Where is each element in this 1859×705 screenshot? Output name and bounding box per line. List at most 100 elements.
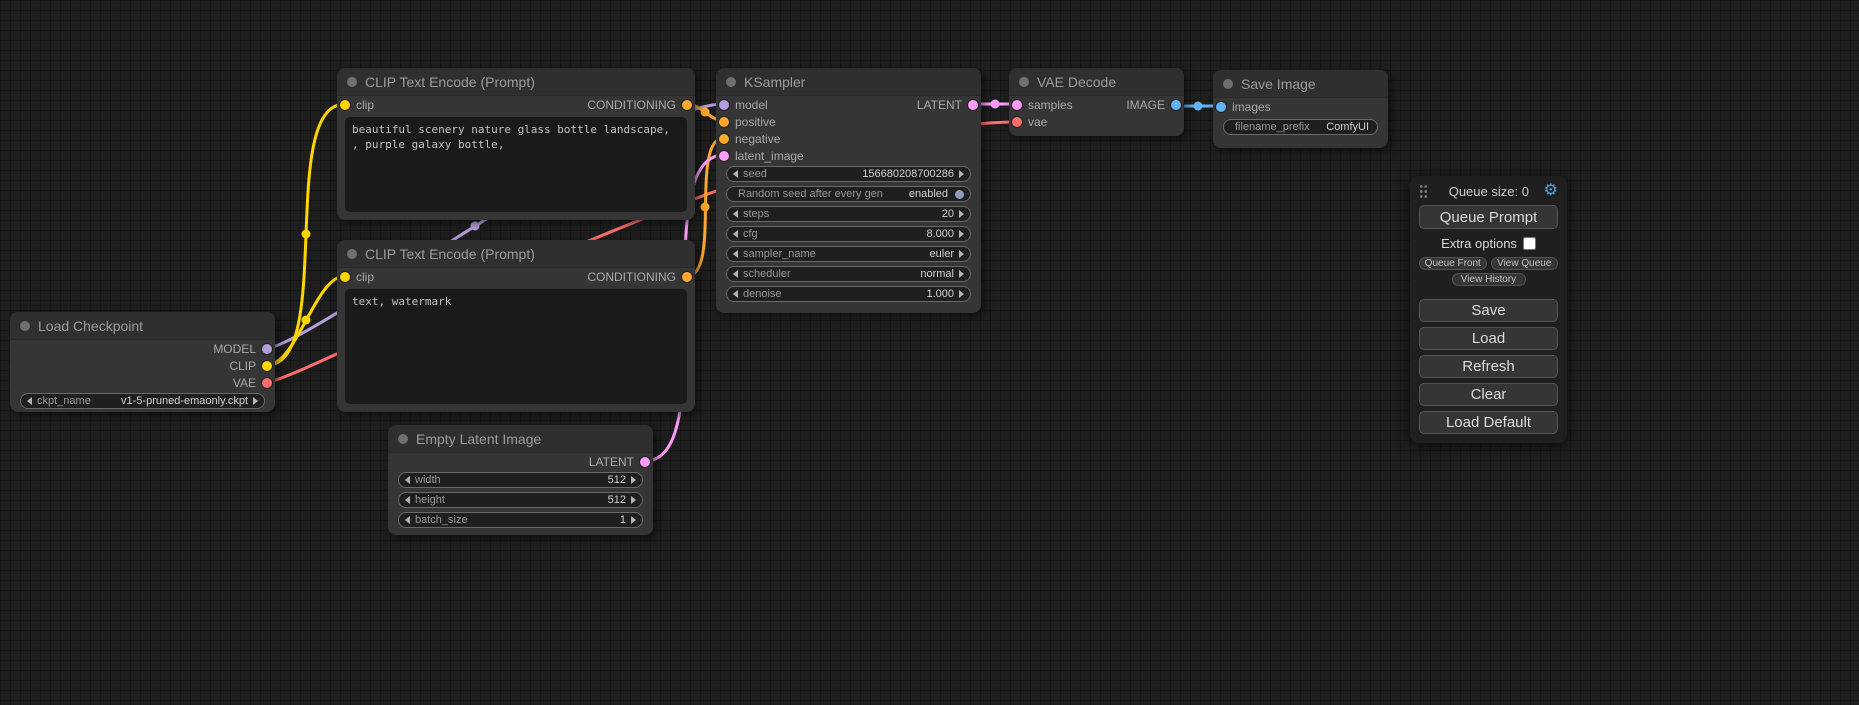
slot-label: CONDITIONING (587, 270, 676, 284)
node-title-bar[interactable]: Empty Latent Image (388, 425, 653, 453)
decrement-arrow-icon[interactable] (733, 230, 738, 238)
widget-scheduler[interactable]: scheduler normal (726, 266, 971, 282)
output-dot-latent[interactable] (968, 100, 978, 110)
node-load-checkpoint[interactable]: Load Checkpoint MODEL CLIP VAE ckpt_name… (10, 312, 275, 412)
widget-value: normal (920, 268, 954, 280)
toggle-indicator-icon[interactable] (955, 190, 964, 199)
output-dot-vae[interactable] (262, 378, 272, 388)
decrement-arrow-icon[interactable] (733, 210, 738, 218)
output-dot-clip[interactable] (262, 361, 272, 371)
link-midpoint-dot (1194, 102, 1203, 111)
clear-button[interactable]: Clear (1419, 383, 1558, 406)
input-dot-latent-image[interactable] (719, 151, 729, 161)
input-dot-clip[interactable] (340, 100, 350, 110)
decrement-arrow-icon[interactable] (733, 170, 738, 178)
extra-options-row: Extra options (1419, 236, 1558, 251)
node-title-bar[interactable]: VAE Decode (1009, 68, 1184, 96)
widget-cfg[interactable]: cfg 8.000 (726, 226, 971, 242)
widget-batch-size[interactable]: batch_size 1 (398, 512, 643, 528)
widget-filename-prefix[interactable]: filename_prefix ComfyUI (1223, 119, 1378, 135)
widget-denoise[interactable]: denoise 1.000 (726, 286, 971, 302)
node-title-bar[interactable]: Load Checkpoint (10, 312, 275, 340)
widget-height[interactable]: height 512 (398, 492, 643, 508)
save-button[interactable]: Save (1419, 299, 1558, 322)
node-title-bar[interactable]: CLIP Text Encode (Prompt) (337, 68, 695, 96)
output-dot-conditioning[interactable] (682, 272, 692, 282)
input-slot-model: model (719, 98, 768, 112)
decrement-arrow-icon[interactable] (733, 290, 738, 298)
decrement-arrow-icon[interactable] (27, 397, 32, 405)
widget-label: steps (743, 208, 769, 220)
node-ksampler[interactable]: KSampler model LATENT positive negative … (716, 68, 981, 313)
widget-random-seed-toggle[interactable]: Random seed after every gen enabled (726, 186, 971, 202)
decrement-arrow-icon[interactable] (405, 496, 410, 504)
refresh-button[interactable]: Refresh (1419, 355, 1558, 378)
decrement-arrow-icon[interactable] (405, 476, 410, 484)
view-queue-button[interactable]: View Queue (1491, 257, 1559, 270)
node-title: CLIP Text Encode (Prompt) (365, 74, 535, 90)
node-title-bar[interactable]: KSampler (716, 68, 981, 96)
increment-arrow-icon[interactable] (959, 210, 964, 218)
node-clip-text-encode-negative[interactable]: CLIP Text Encode (Prompt) clip CONDITION… (337, 240, 695, 412)
comfy-menu-panel[interactable]: Queue size: 0 ⚙ Queue Prompt Extra optio… (1410, 176, 1567, 443)
widget-label: height (415, 494, 445, 506)
widget-value: v1-5-pruned-emaonly.ckpt (121, 395, 248, 407)
view-history-button[interactable]: View History (1452, 273, 1526, 286)
input-dot-negative[interactable] (719, 134, 729, 144)
widget-sampler-name[interactable]: sampler_name euler (726, 246, 971, 262)
load-default-button[interactable]: Load Default (1419, 411, 1558, 434)
increment-arrow-icon[interactable] (959, 290, 964, 298)
increment-arrow-icon[interactable] (959, 250, 964, 258)
input-dot-images[interactable] (1216, 102, 1226, 112)
increment-arrow-icon[interactable] (631, 476, 636, 484)
node-title-bar[interactable]: Save Image (1213, 70, 1388, 98)
increment-arrow-icon[interactable] (959, 270, 964, 278)
input-dot-positive[interactable] (719, 117, 729, 127)
graph-canvas[interactable]: Load Checkpoint MODEL CLIP VAE ckpt_name… (0, 0, 1859, 705)
drag-handle-icon[interactable] (1419, 184, 1428, 198)
increment-arrow-icon[interactable] (631, 496, 636, 504)
increment-arrow-icon[interactable] (959, 170, 964, 178)
node-title: Save Image (1241, 76, 1316, 92)
decrement-arrow-icon[interactable] (733, 250, 738, 258)
node-vae-decode[interactable]: VAE Decode samples IMAGE vae (1009, 68, 1184, 136)
output-dot-conditioning[interactable] (682, 100, 692, 110)
node-clip-text-encode-positive[interactable]: CLIP Text Encode (Prompt) clip CONDITION… (337, 68, 695, 220)
node-save-image[interactable]: Save Image images filename_prefix ComfyU… (1213, 70, 1388, 148)
widget-ckpt-name[interactable]: ckpt_name v1-5-pruned-emaonly.ckpt (20, 393, 265, 409)
widget-width[interactable]: width 512 (398, 472, 643, 488)
input-dot-vae[interactable] (1012, 117, 1022, 127)
queue-size-label: Queue size: 0 (1434, 184, 1544, 199)
widget-label: width (415, 474, 441, 486)
input-dot-clip[interactable] (340, 272, 350, 282)
increment-arrow-icon[interactable] (631, 516, 636, 524)
queue-prompt-button[interactable]: Queue Prompt (1419, 205, 1558, 229)
input-dot-samples[interactable] (1012, 100, 1022, 110)
widget-label: filename_prefix (1235, 121, 1310, 133)
node-title-bar[interactable]: CLIP Text Encode (Prompt) (337, 240, 695, 268)
output-dot-model[interactable] (262, 344, 272, 354)
increment-arrow-icon[interactable] (959, 230, 964, 238)
slot-label: positive (735, 115, 776, 129)
input-dot-model[interactable] (719, 100, 729, 110)
queue-front-button[interactable]: Queue Front (1419, 257, 1487, 270)
node-status-dot (347, 77, 357, 87)
node-empty-latent-image[interactable]: Empty Latent Image LATENT width 512 heig… (388, 425, 653, 535)
link-midpoint-dot (991, 100, 1000, 109)
positive-prompt-textarea[interactable]: beautiful scenery nature glass bottle la… (345, 117, 687, 212)
widget-seed[interactable]: seed 156680208700286 (726, 166, 971, 182)
decrement-arrow-icon[interactable] (405, 516, 410, 524)
slot-label: latent_image (735, 149, 804, 163)
input-slot-samples: samples (1012, 98, 1073, 112)
slot-label: CONDITIONING (587, 98, 676, 112)
negative-prompt-textarea[interactable]: text, watermark (345, 289, 687, 404)
output-dot-latent[interactable] (640, 457, 650, 467)
increment-arrow-icon[interactable] (253, 397, 258, 405)
decrement-arrow-icon[interactable] (733, 270, 738, 278)
menu-header: Queue size: 0 ⚙ (1419, 181, 1558, 201)
load-button[interactable]: Load (1419, 327, 1558, 350)
settings-gear-icon[interactable]: ⚙ (1544, 183, 1558, 199)
output-dot-image[interactable] (1171, 100, 1181, 110)
extra-options-checkbox[interactable] (1523, 237, 1536, 250)
widget-steps[interactable]: steps 20 (726, 206, 971, 222)
